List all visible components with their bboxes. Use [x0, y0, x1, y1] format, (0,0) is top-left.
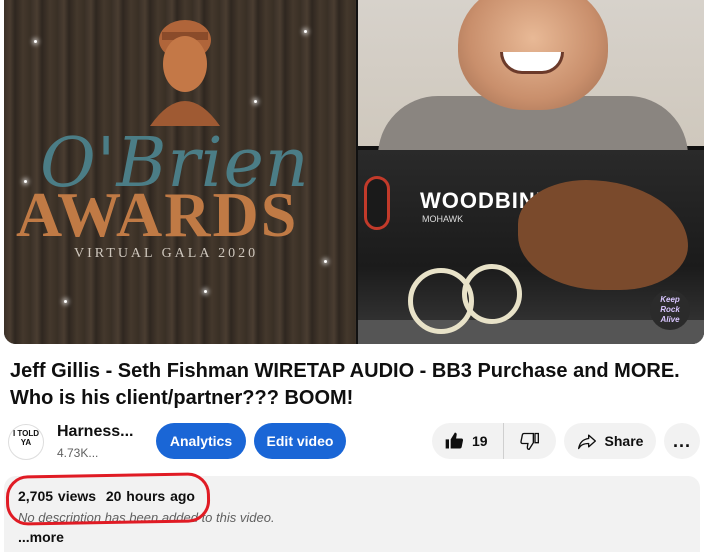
sparkle — [304, 30, 307, 33]
sparkle — [64, 300, 67, 303]
awards-title: AWARDS — [16, 179, 299, 250]
share-button-label: Share — [604, 433, 644, 449]
analytics-button-label: Analytics — [169, 433, 233, 449]
thumbnail-race-panel: WOODBINE MOHAWK Keep Rock Alive — [358, 150, 704, 344]
bronze-bust-image — [150, 20, 220, 126]
like-button[interactable]: 19 — [432, 423, 504, 459]
analytics-button[interactable]: Analytics — [156, 423, 246, 459]
sparkle — [254, 100, 257, 103]
thumbs-down-icon — [520, 432, 539, 451]
edit-video-button[interactable]: Edit video — [254, 423, 346, 459]
channel-avatar[interactable]: I TOLD YA — [8, 424, 44, 460]
thumbs-up-icon — [445, 432, 464, 449]
subscriber-count: 4.73K... — [57, 446, 99, 460]
race-track — [358, 320, 704, 344]
sulky-wheel — [462, 264, 522, 324]
share-arrow-icon — [577, 434, 596, 450]
red-highlight-ellipse — [5, 472, 211, 526]
like-count: 19 — [472, 433, 488, 449]
channel-name[interactable]: Harness... — [57, 423, 133, 441]
keep-rock-alive-watermark: Keep Rock Alive — [650, 290, 690, 330]
dislike-button[interactable] — [504, 423, 556, 459]
racing-horse — [518, 180, 688, 290]
channel-avatar-text: I TOLD YA — [12, 429, 40, 447]
more-dots-icon: ... — [672, 430, 691, 451]
sparkle — [204, 290, 207, 293]
video-player[interactable]: O'Brien AWARDS VIRTUAL GALA 2020 WOODBIN… — [4, 0, 704, 344]
sparkle — [324, 260, 327, 263]
show-more-link[interactable]: ...more — [18, 529, 64, 545]
share-button[interactable]: Share — [564, 423, 656, 459]
more-actions-button[interactable]: ... — [664, 423, 700, 459]
like-dislike-group: 19 — [432, 423, 556, 459]
sparkle — [34, 40, 37, 43]
video-title: Jeff Gillis - Seth Fishman WIRETAP AUDIO… — [10, 360, 680, 409]
awards-subtitle: VIRTUAL GALA 2020 — [74, 246, 259, 261]
track-sign — [364, 176, 390, 230]
thumbnail-host-panel — [358, 0, 704, 156]
edit-video-button-label: Edit video — [266, 433, 334, 449]
thumbnail-awards-panel: O'Brien AWARDS VIRTUAL GALA 2020 — [4, 0, 356, 344]
mohawk-sign-text: MOHAWK — [422, 214, 464, 224]
